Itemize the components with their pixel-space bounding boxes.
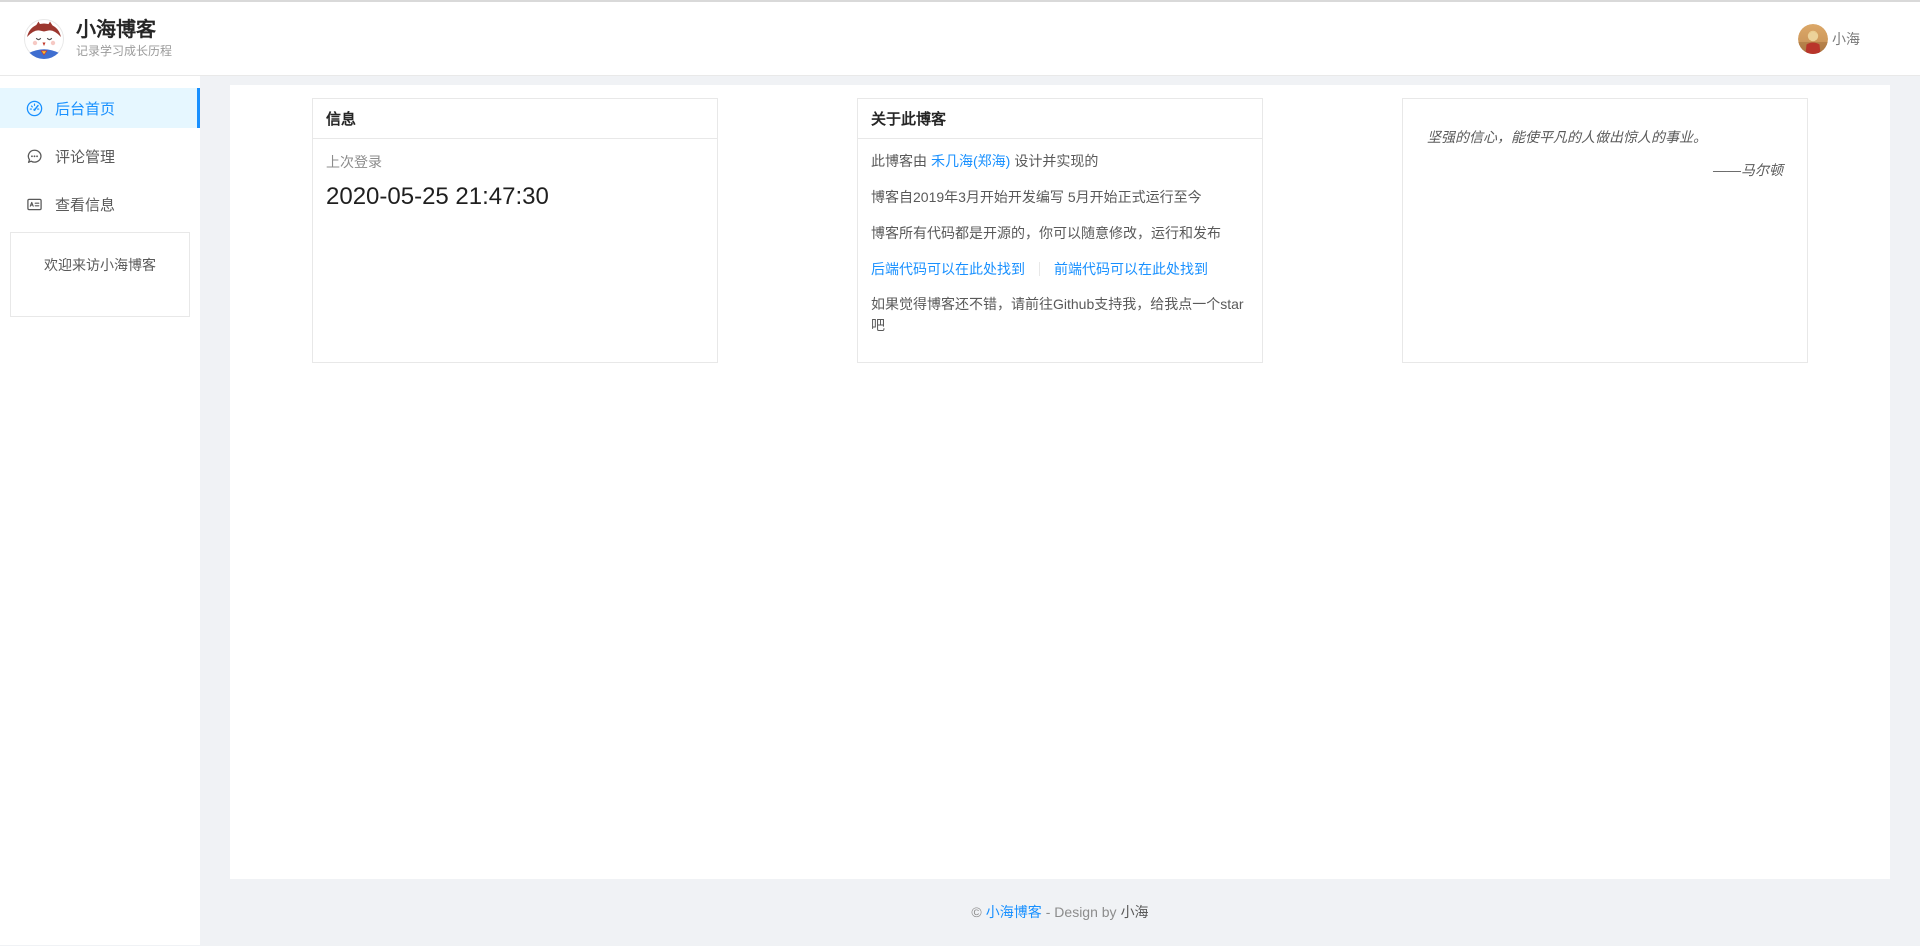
user-menu[interactable]: 小海	[1798, 24, 1860, 54]
user-avatar	[1798, 24, 1828, 54]
sidebar-item-comments[interactable]: 评论管理	[0, 136, 200, 176]
last-login-label: 上次登录	[326, 151, 704, 173]
code-links-row: 后端代码可以在此处找到 前端代码可以在此处找到	[871, 259, 1249, 279]
quote-author: ——马尔顿	[1427, 160, 1783, 180]
site-subtitle: 记录学习成长历程	[76, 43, 172, 60]
last-login-value: 2020-05-25 21:47:30	[326, 182, 704, 212]
info-card-title: 信息	[313, 99, 717, 139]
about-card: 关于此博客 此博客由禾几海(郑海)设计并实现的 博客自2019年3月开始开发编写…	[857, 98, 1263, 363]
main-panel: 信息 上次登录 2020-05-25 21:47:30 关于此博客 此博客由禾几…	[230, 85, 1890, 879]
footer-middle-text: - Design by	[1046, 904, 1117, 920]
backend-code-link[interactable]: 后端代码可以在此处找到	[871, 259, 1025, 279]
blog-logo-icon	[24, 19, 64, 59]
brand-text: 小海博客 记录学习成长历程	[76, 18, 172, 60]
sidebar-item-label: 后台首页	[55, 98, 115, 119]
sidebar-item-label: 评论管理	[55, 146, 115, 167]
brand-home-link[interactable]: 小海博客 记录学习成长历程	[24, 18, 172, 60]
comment-icon	[26, 148, 43, 165]
copyright-symbol: ©	[971, 904, 981, 920]
about-card-body: 此博客由禾几海(郑海)设计并实现的 博客自2019年3月开始开发编写 5月开始正…	[858, 139, 1262, 363]
frontend-code-link[interactable]: 前端代码可以在此处找到	[1054, 259, 1208, 279]
about-line-star: 如果觉得博客还不错，请前往Github支持我，给我点一个star吧	[871, 294, 1249, 336]
sidebar: 后台首页 评论管理 查看信息 欢迎来访小海博客	[0, 76, 200, 945]
dashboard-icon	[26, 100, 43, 117]
footer-designer-name: 小海	[1121, 902, 1149, 922]
user-name: 小海	[1832, 29, 1860, 49]
sidebar-item-dashboard[interactable]: 后台首页	[0, 88, 200, 128]
info-card: 信息 上次登录 2020-05-25 21:47:30	[312, 98, 718, 363]
app-header: 小海博客 记录学习成长历程	[0, 2, 1920, 76]
author-link[interactable]: 禾几海(郑海)	[931, 153, 1010, 169]
about-card-title: 关于此博客	[858, 99, 1262, 139]
about-line-history: 博客自2019年3月开始开发编写 5月开始正式运行至今	[871, 187, 1249, 208]
site-title: 小海博客	[76, 18, 172, 42]
content-area: 信息 上次登录 2020-05-25 21:47:30 关于此博客 此博客由禾几…	[200, 76, 1920, 945]
quote-text: 坚强的信心，能使平凡的人做出惊人的事业。	[1427, 126, 1783, 148]
sidebar-item-label: 查看信息	[55, 194, 115, 215]
about-line-author: 此博客由禾几海(郑海)设计并实现的	[871, 151, 1249, 172]
page-layout: 后台首页 评论管理 查看信息 欢迎来访小海博客	[0, 76, 1920, 945]
about-line-opensource: 博客所有代码都是开源的，你可以随意修改，运行和发布	[871, 223, 1249, 244]
welcome-text: 欢迎来访小海博客	[44, 257, 156, 273]
quote-card: 坚强的信心，能使平凡的人做出惊人的事业。 ——马尔顿	[1402, 98, 1808, 363]
idcard-icon	[26, 196, 43, 213]
sidebar-item-view-info[interactable]: 查看信息	[0, 184, 200, 224]
footer-site-link[interactable]: 小海博客	[986, 902, 1042, 922]
page-footer: © 小海博客 - Design by 小海	[230, 879, 1890, 945]
vertical-divider	[1039, 262, 1040, 276]
info-card-body: 上次登录 2020-05-25 21:47:30	[313, 139, 717, 224]
welcome-card: 欢迎来访小海博客	[10, 232, 190, 317]
